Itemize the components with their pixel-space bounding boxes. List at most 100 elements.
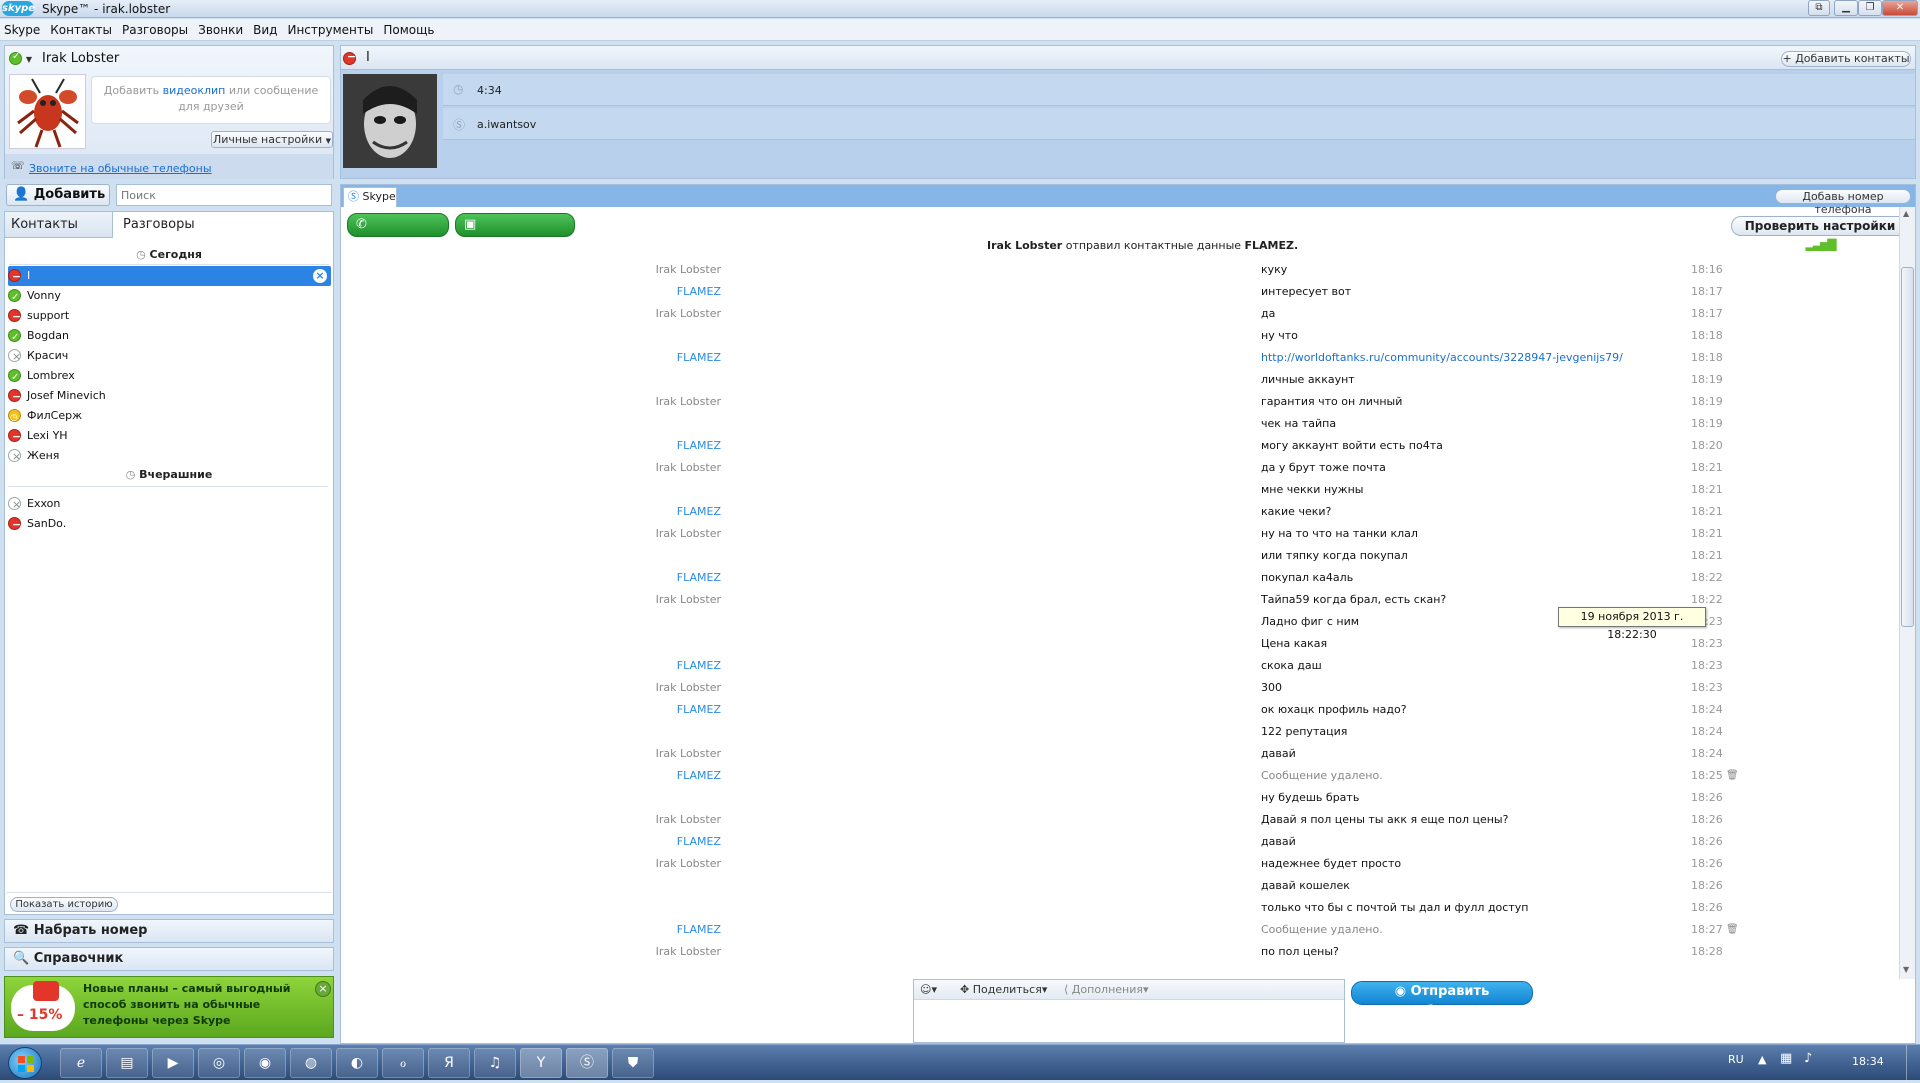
- close-icon[interactable]: ×: [313, 269, 327, 283]
- scroll-down-icon[interactable]: ▼: [1903, 965, 1909, 974]
- browser-icon[interactable]: ◍: [290, 1048, 332, 1078]
- contact-item[interactable]: Bogdan: [8, 326, 331, 348]
- odnoklassniki-icon[interactable]: ℴ: [382, 1048, 424, 1078]
- contact-item[interactable]: ФилСерж: [8, 406, 331, 428]
- system-clock[interactable]: 18:34: [1852, 1055, 1884, 1068]
- contact-item[interactable]: Vonny: [8, 286, 331, 308]
- contact-item[interactable]: Exxon: [8, 494, 331, 515]
- menu-view[interactable]: Вид: [253, 23, 277, 37]
- start-button[interactable]: [8, 1047, 42, 1079]
- video-call-button[interactable]: ▣ Видеозвонок: [455, 213, 575, 254]
- menu-skype[interactable]: Skype: [4, 23, 40, 37]
- media-player-icon[interactable]: ▶: [152, 1048, 194, 1078]
- extras-button[interactable]: ⟨ Дополнения▾: [1064, 980, 1149, 1000]
- extra-window-icon[interactable]: ⧉: [1808, 0, 1830, 16]
- call-phones-link[interactable]: Звоните на обычные телефоны: [29, 162, 212, 175]
- tab-contacts[interactable]: Контакты: [5, 212, 113, 238]
- message-composer[interactable]: ☺▾ ✥ Поделиться▾ ⟨ Дополнения▾: [913, 979, 1345, 1043]
- show-history-button[interactable]: Показать историю: [10, 897, 118, 912]
- message-row: 122 репутация 18:24: [341, 721, 1741, 743]
- status-icon: [8, 387, 21, 407]
- message-text: по пол цены?: [1261, 945, 1339, 958]
- add-video-link[interactable]: видеоклип: [163, 84, 226, 97]
- ie-icon[interactable]: ℯ: [60, 1048, 102, 1078]
- message-time: 18:21: [1691, 483, 1723, 496]
- status-icon: [8, 267, 21, 287]
- joker-avatar-icon: [343, 74, 437, 168]
- menu-calls[interactable]: Звонки: [198, 23, 243, 37]
- app-icon[interactable]: ◎: [198, 1048, 240, 1078]
- message-text: скока даш: [1261, 659, 1322, 672]
- volume-icon[interactable]: ♪: [1804, 1051, 1812, 1066]
- call-button[interactable]: ✆ Позвонить: [347, 213, 449, 254]
- dial-number-item[interactable]: ☎ Набрать номер: [4, 919, 334, 943]
- message-sender: Irak Lobster: [655, 681, 721, 694]
- minimize-button[interactable]: ▁: [1834, 0, 1858, 16]
- yandex-browser-icon[interactable]: Y: [520, 1048, 562, 1078]
- menu-tools[interactable]: Инструменты: [287, 23, 373, 37]
- message-text: гарантия что он личный: [1261, 395, 1403, 408]
- folder-icon[interactable]: ▤: [106, 1048, 148, 1078]
- message-text: надежнее будет просто: [1261, 857, 1402, 870]
- message-row: FLAMEZ давай 18:26: [341, 831, 1741, 853]
- menu-conversations[interactable]: Разговоры: [122, 23, 188, 37]
- send-message-button[interactable]: ◉ Отправить сообщение: [1351, 981, 1533, 1019]
- menu-help[interactable]: Помощь: [383, 23, 434, 37]
- close-button[interactable]: ✕: [1882, 0, 1918, 16]
- emoticon-icon[interactable]: ☺▾: [920, 980, 937, 1000]
- close-icon[interactable]: ×: [315, 981, 331, 997]
- contact-name: Lombrex: [27, 369, 75, 382]
- directory-item[interactable]: 🔍 Справочник: [4, 947, 334, 971]
- message-row: Irak Lobster давай 18:24: [341, 743, 1741, 765]
- sound-icon[interactable]: ♫: [474, 1048, 516, 1078]
- contact-item[interactable]: Lexi YH: [8, 426, 331, 447]
- scroll-up-icon[interactable]: ▲: [1903, 209, 1909, 218]
- menu-contacts[interactable]: Контакты: [50, 23, 112, 37]
- message-text: мне чекки нужны: [1261, 483, 1364, 496]
- message-time: 18:26: [1691, 835, 1723, 848]
- skype-taskbar-icon[interactable]: Ⓢ: [566, 1048, 608, 1078]
- chat-scrollbar[interactable]: ▲ ▼: [1899, 207, 1915, 979]
- tray-expand-icon[interactable]: ▲: [1758, 1053, 1766, 1066]
- personal-settings-button[interactable]: Личные настройки ▼: [211, 131, 333, 148]
- message-time: 18:27: [1691, 923, 1723, 936]
- wot-icon[interactable]: ⛊: [612, 1048, 654, 1078]
- add-contacts-button[interactable]: + Добавить контакты: [1781, 51, 1911, 67]
- add-phone-button[interactable]: Добавь номер телефона: [1775, 189, 1911, 216]
- app2-icon[interactable]: ◐: [336, 1048, 378, 1078]
- contact-item[interactable]: Josef Minevich: [8, 386, 331, 407]
- message-row: Irak Lobster надежнее будет просто 18:26: [341, 853, 1741, 875]
- contact-item[interactable]: Женя: [8, 446, 331, 467]
- promo-banner[interactable]: – 15% Новые планы – самый выгодный спосо…: [4, 976, 334, 1038]
- maximize-button[interactable]: ❐: [1858, 0, 1882, 16]
- mood-message-box[interactable]: Добавить видеоклип или сообщение для дру…: [91, 76, 331, 124]
- message-time: 18:25: [1691, 769, 1723, 782]
- search-input[interactable]: [116, 184, 332, 206]
- chrome-icon[interactable]: ◉: [244, 1048, 286, 1078]
- message-row: Irak Lobster по пол цены? 18:28: [341, 941, 1741, 963]
- message-text: личные аккаунт: [1261, 373, 1355, 386]
- contact-item[interactable]: SanDo.: [8, 514, 331, 535]
- check-settings-button[interactable]: Проверить настройки ▂▃▅▇: [1731, 216, 1909, 251]
- contact-name: Vonny: [27, 289, 61, 302]
- yandex-icon[interactable]: Я: [428, 1048, 470, 1078]
- add-contact-button[interactable]: 👤 Добавить ▼: [6, 184, 110, 220]
- message-row: ну будешь брать 18:26: [341, 787, 1741, 809]
- message-link[interactable]: http://worldoftanks.ru/community/account…: [1261, 347, 1623, 369]
- message-row: FLAMEZ покупал ка4аль 18:22: [341, 567, 1741, 589]
- my-status-selector[interactable]: ▼: [9, 51, 32, 65]
- avatar[interactable]: [9, 74, 86, 149]
- share-button[interactable]: ✥ Поделиться▾: [960, 980, 1047, 1000]
- network-icon[interactable]: ▦: [1780, 1051, 1792, 1066]
- tab-skype[interactable]: Ⓢ Skype: [343, 187, 397, 207]
- language-indicator[interactable]: RU: [1728, 1053, 1744, 1066]
- contact-item[interactable]: I×: [8, 266, 331, 287]
- scroll-thumb[interactable]: [1901, 267, 1914, 627]
- show-desktop-button[interactable]: [1906, 1045, 1920, 1081]
- contact-item[interactable]: support: [8, 306, 331, 327]
- tab-conversations[interactable]: Разговоры: [113, 212, 333, 238]
- message-sender: FLAMEZ: [676, 769, 721, 782]
- contact-item[interactable]: Lombrex: [8, 366, 331, 388]
- contact-item[interactable]: Красич: [8, 346, 331, 367]
- contact-avatar[interactable]: [343, 74, 437, 168]
